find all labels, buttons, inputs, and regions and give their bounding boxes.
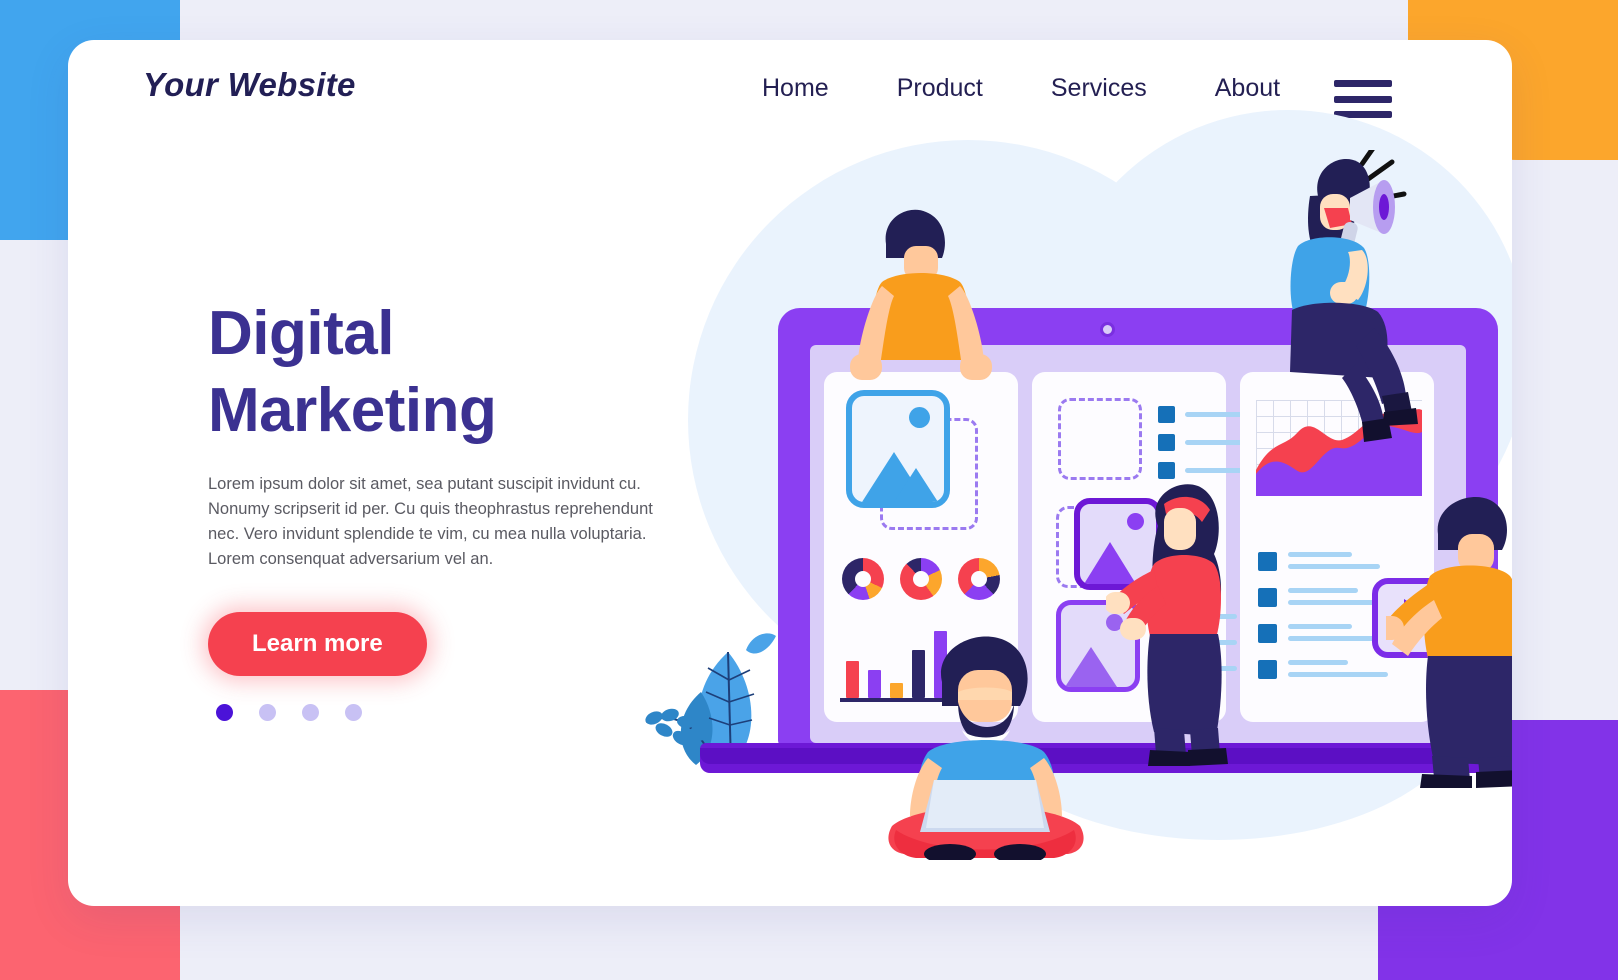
donut-chart-2 xyxy=(900,558,942,600)
person-man-holding-image-card xyxy=(850,209,992,380)
person-woman-with-megaphone xyxy=(1290,150,1418,442)
nav-item-home[interactable]: Home xyxy=(728,74,863,103)
hero-illustration xyxy=(628,100,1512,900)
nav-item-services[interactable]: Services xyxy=(1017,74,1181,103)
list-bullet-square xyxy=(1258,552,1277,571)
hero-title-line-2: Marketing xyxy=(208,375,497,445)
bar-chart-bar xyxy=(846,661,859,698)
landing-page-card: Your Website Home Product Services About… xyxy=(68,40,1512,906)
carousel-dot-2[interactable] xyxy=(259,704,276,722)
person-man-holding-video-card xyxy=(1386,497,1512,788)
list-text-line xyxy=(1288,660,1348,665)
carousel-dots xyxy=(216,704,688,722)
learn-more-button[interactable]: Learn more xyxy=(208,612,427,677)
donut-chart-3 xyxy=(958,558,1000,600)
hero-title-line-1: Digital xyxy=(208,299,394,368)
list-text-line xyxy=(1288,552,1352,557)
carousel-dot-1[interactable] xyxy=(216,704,233,722)
nav-item-product[interactable]: Product xyxy=(863,74,1017,103)
person-man-sitting-with-laptop xyxy=(888,636,1084,860)
list-text-line xyxy=(1288,588,1358,593)
carousel-dot-4[interactable] xyxy=(345,704,362,722)
dashed-drop-zone xyxy=(1058,398,1142,480)
site-logo[interactable]: Your Website xyxy=(143,66,356,104)
nav-item-about[interactable]: About xyxy=(1181,74,1314,103)
laptop-camera-icon xyxy=(1100,322,1115,337)
list-bullet-square xyxy=(1258,588,1277,607)
list-bullet-square xyxy=(1258,660,1277,679)
hero-section: Digital Marketing Lorem ipsum dolor sit … xyxy=(208,296,688,722)
hamburger-bar xyxy=(1334,80,1392,87)
list-text-line xyxy=(1288,564,1380,569)
carousel-dot-3[interactable] xyxy=(302,704,319,722)
donut-chart-1 xyxy=(842,558,884,600)
main-navigation: Home Product Services About xyxy=(728,74,1314,103)
list-text-line xyxy=(1288,600,1384,605)
hero-description: Lorem ipsum dolor sit amet, sea putant s… xyxy=(208,474,653,568)
person-woman-placing-image xyxy=(1106,484,1228,766)
image-mountain-shape xyxy=(894,468,938,502)
list-text-line xyxy=(1288,636,1376,641)
list-text-line xyxy=(1185,468,1243,473)
list-bullet-square xyxy=(1158,462,1175,479)
list-bullet-square xyxy=(1158,434,1175,451)
list-bullet-square xyxy=(1258,624,1277,643)
list-bullet-square xyxy=(1158,406,1175,423)
list-text-line xyxy=(1288,672,1388,677)
list-text-line xyxy=(1288,624,1352,629)
page-title: Digital Marketing xyxy=(208,296,688,450)
